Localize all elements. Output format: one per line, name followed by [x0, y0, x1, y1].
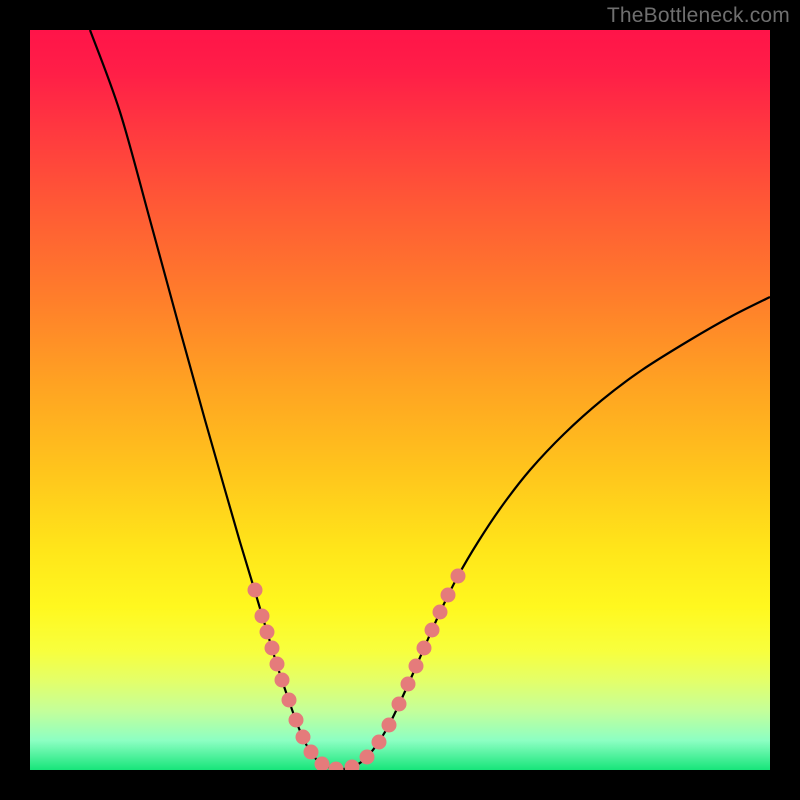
- curve-dot: [275, 673, 290, 688]
- curve-dot: [392, 697, 407, 712]
- curve-dot: [248, 583, 263, 598]
- curve-dot: [255, 609, 270, 624]
- curve-dot: [260, 625, 275, 640]
- curve-dot: [372, 735, 387, 750]
- curve-dot: [382, 718, 397, 733]
- curve-dot: [401, 677, 416, 692]
- watermark-text: TheBottleneck.com: [607, 4, 790, 28]
- curve-dot: [409, 659, 424, 674]
- curve-dot: [360, 750, 375, 765]
- curve-dot: [304, 745, 319, 760]
- curve-dot: [270, 657, 285, 672]
- chart-svg: [30, 30, 770, 770]
- curve-dot: [433, 605, 448, 620]
- curve-dot: [451, 569, 466, 584]
- plot-area: [30, 30, 770, 770]
- curve-dot: [329, 762, 344, 771]
- curve-dot: [425, 623, 440, 638]
- curve-dot: [441, 588, 456, 603]
- chart-frame: TheBottleneck.com: [0, 0, 800, 800]
- curve-dot: [345, 760, 360, 771]
- curve-dot: [296, 730, 311, 745]
- curve-dot: [289, 713, 304, 728]
- curve-dots: [248, 569, 466, 771]
- curve-dot: [282, 693, 297, 708]
- bottleneck-curve: [90, 30, 770, 769]
- curve-dot: [417, 641, 432, 656]
- curve-dot: [265, 641, 280, 656]
